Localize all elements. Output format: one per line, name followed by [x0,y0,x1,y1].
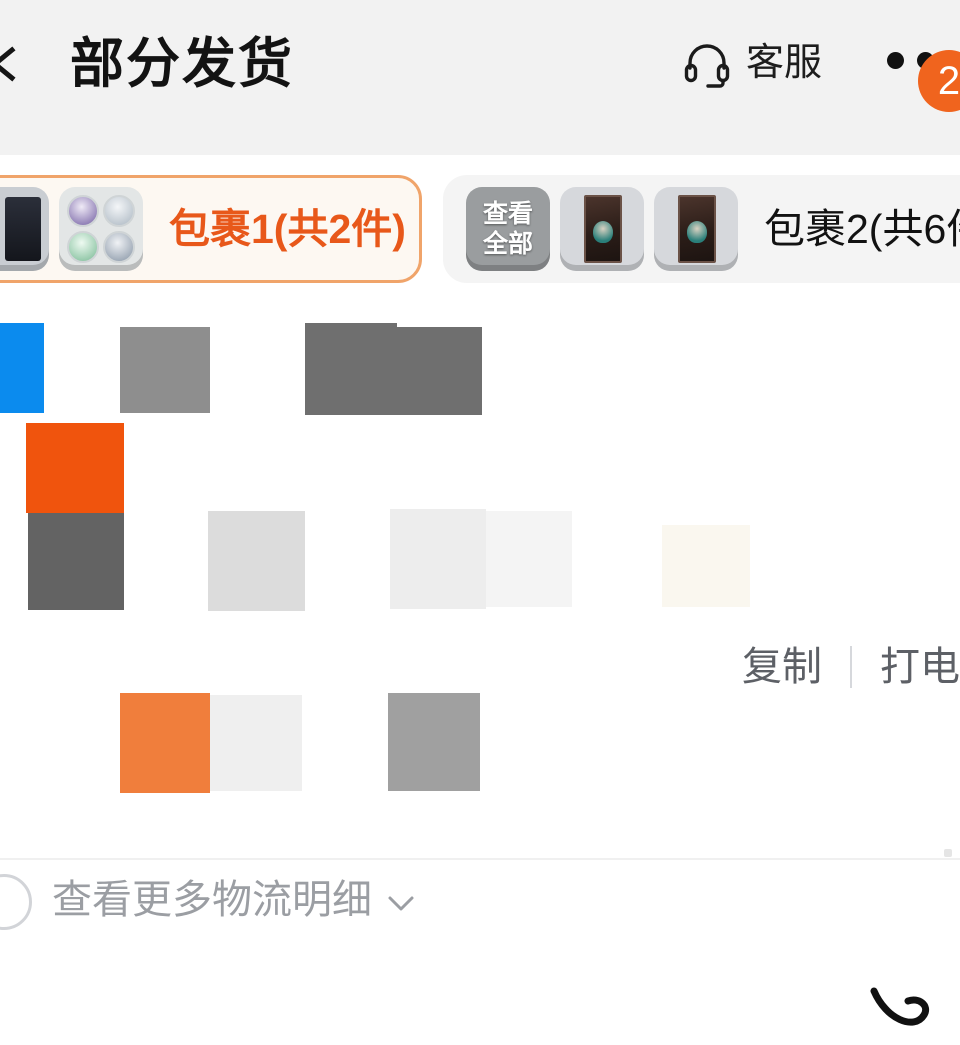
copy-button[interactable]: 复制 [742,643,822,691]
view-all-line-2: 全部 [482,229,533,258]
masked-block-text [208,511,305,611]
badge-pin [67,195,99,227]
masked-block-text [390,509,486,609]
page-header: 部分发货 客服 2 [0,0,960,155]
badge-pin [67,231,99,263]
masked-block-text [395,327,482,415]
logistics-action-row: 复制 打电话 [742,643,960,691]
masked-block-text [120,693,210,793]
badge-set-thumbnail[interactable] [59,187,143,271]
badge-pin [103,195,135,227]
character-card-thumbnail[interactable] [654,187,738,271]
package-2-label: 包裹2(共6件) [764,206,960,252]
package-2-thumbnails: 查看 全部 [466,187,738,271]
masked-block-carrier-logo [0,323,44,413]
view-all-thumbnail[interactable]: 查看 全部 [466,187,550,271]
masked-block-text [486,511,572,607]
masked-block-text [210,695,302,791]
logistics-footer: 查看更多物流明细 [0,858,960,960]
masked-block-brand [26,423,124,513]
view-more-logistics-label: 查看更多物流明细 [52,878,372,922]
masked-block-text [120,327,210,413]
back-button[interactable] [0,42,26,86]
headset-icon [684,44,730,88]
footer-divider [0,858,960,860]
call-button[interactable]: 打电话 [880,643,960,691]
product-box-thumbnail[interactable] [0,187,49,271]
faint-marker [944,849,952,857]
view-all-line-1: 查看 [482,199,533,228]
chevron-left-icon [0,46,16,82]
badge-pin [103,231,135,263]
package-1-thumbnails [0,187,143,271]
chevron-down-icon [388,896,414,911]
page-title: 部分发货 [70,34,294,94]
masked-block-text [388,693,480,791]
masked-block-text [662,525,750,607]
action-divider [850,646,852,688]
masked-block-text [28,513,124,610]
package-1-label: 包裹1(共2件) [169,206,406,252]
view-more-logistics-button[interactable]: 查看更多物流明细 [52,872,418,928]
cursor-hook-icon [870,987,929,1026]
masked-block-text [305,323,397,415]
package-tab-2[interactable]: 查看 全部 包裹2(共6件) [443,175,960,283]
package-tab-strip: 包裹1(共2件) 查看 全部 包裹2(共6件) [0,155,960,303]
timeline-dot-icon [0,874,32,930]
customer-service-button[interactable]: 客服 [682,38,822,88]
package-tab-1[interactable]: 包裹1(共2件) [0,175,422,283]
more-dot [887,52,904,69]
customer-service-label: 客服 [745,42,822,84]
more-options-button[interactable]: 2 [887,50,960,112]
character-card-thumbnail[interactable] [560,187,644,271]
logistics-detail-area: 复制 打电话 [0,303,960,1026]
